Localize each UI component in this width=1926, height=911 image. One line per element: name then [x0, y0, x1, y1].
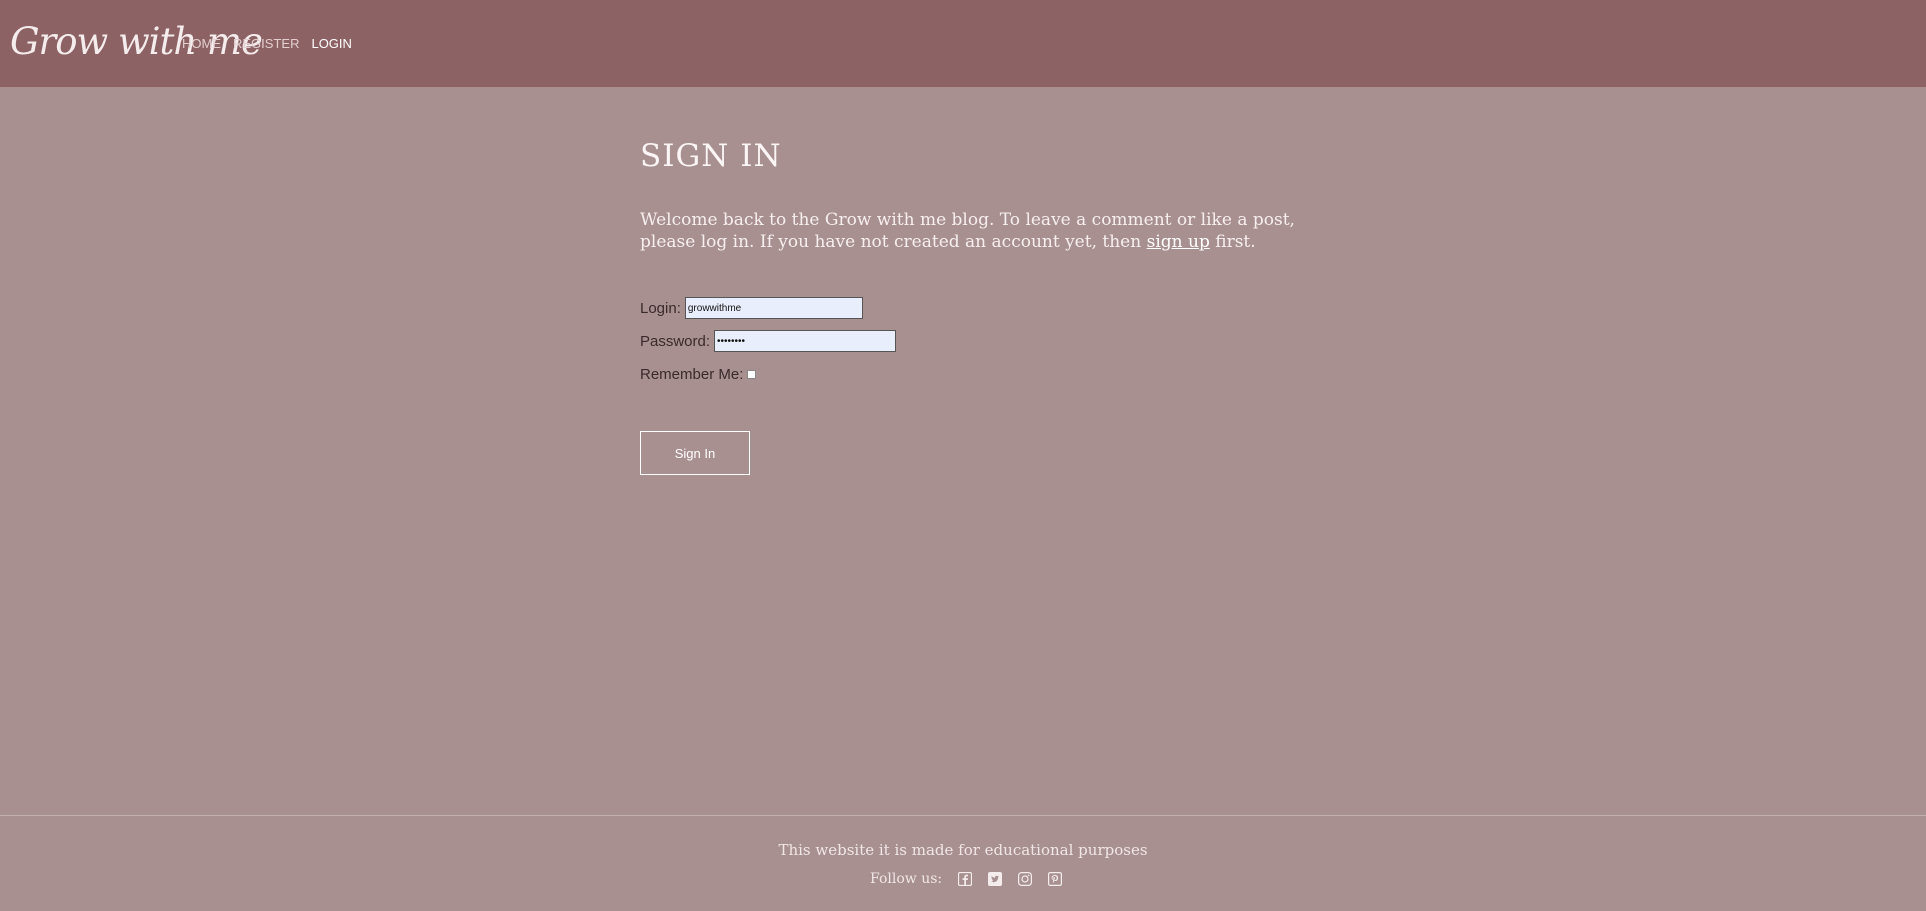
page-title: SIGN IN [640, 138, 782, 174]
facebook-icon[interactable] [958, 872, 973, 886]
login-input[interactable] [684, 297, 863, 319]
password-input[interactable] [714, 330, 897, 352]
sign-up-link[interactable]: sign up [1147, 232, 1210, 252]
remember-row: Remember Me: [640, 363, 1300, 385]
sign-in-button[interactable]: Sign In [640, 431, 750, 475]
login-label: Login: [640, 299, 681, 317]
instagram-icon[interactable] [1018, 872, 1033, 886]
site-header: Grow with me HOME REGISTER LOGIN [0, 0, 1926, 87]
login-row: Login: [640, 297, 1300, 319]
footer-divider [0, 815, 1926, 816]
password-label: Password: [640, 332, 711, 350]
password-row: Password: [640, 330, 1300, 352]
twitter-icon[interactable] [988, 872, 1003, 886]
footer-note: This website it is made for educational … [778, 841, 1148, 859]
intro-text-end: first. [1209, 232, 1256, 252]
signin-section: SIGN IN Welcome back to the Grow with me… [640, 135, 1300, 475]
pinterest-icon[interactable] [1048, 872, 1063, 886]
remember-me-checkbox[interactable] [747, 369, 757, 379]
nav-register-link[interactable]: REGISTER [233, 36, 299, 52]
follow-label: Follow us: [870, 871, 943, 887]
follow-us: Follow us: [870, 870, 1078, 888]
main-nav: HOME REGISTER LOGIN [182, 36, 352, 52]
remember-label: Remember Me: [640, 365, 744, 383]
intro-text: Welcome back to the Grow with me blog. T… [640, 209, 1300, 253]
login-form: Login: Password: Remember Me: Sign In [640, 297, 1300, 475]
nav-login-link[interactable]: LOGIN [311, 36, 351, 52]
nav-home-link[interactable]: HOME [182, 36, 221, 52]
